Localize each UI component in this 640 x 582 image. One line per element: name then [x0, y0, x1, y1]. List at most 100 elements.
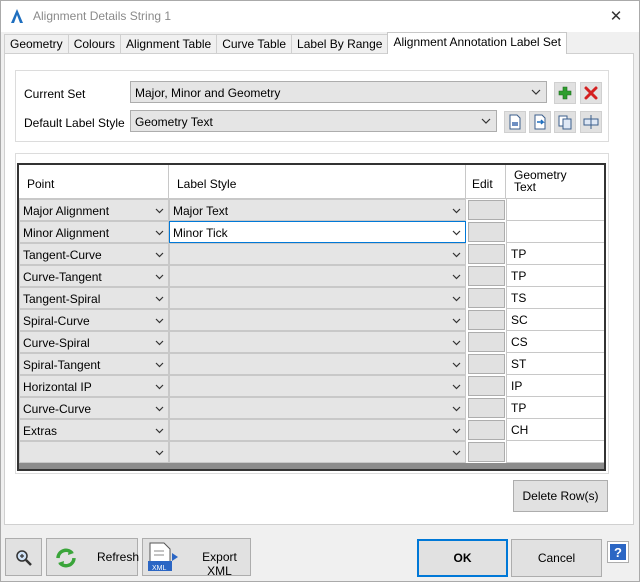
label-style-dropdown[interactable] [169, 419, 466, 441]
chevron-down-icon [452, 340, 461, 346]
edit-cell-button[interactable] [468, 420, 505, 440]
edit-cell-button[interactable] [468, 200, 505, 220]
label-style-dropdown[interactable] [169, 441, 466, 463]
point-dropdown[interactable]: Major Alignment [19, 199, 169, 221]
edit-cell-button[interactable] [468, 288, 505, 308]
export-xml-label: Export XML [202, 550, 237, 578]
label-points-grid: Point Label Style Edit Geometry Text Maj… [17, 163, 606, 471]
edit-label-style-button[interactable] [580, 111, 602, 133]
label-style-dropdown[interactable] [169, 243, 466, 265]
label-style-dropdown[interactable] [169, 287, 466, 309]
point-value: Spiral-Curve [23, 314, 90, 328]
point-dropdown[interactable] [19, 441, 169, 463]
label-style-dropdown[interactable] [169, 353, 466, 375]
geometry-text-cell[interactable] [506, 199, 604, 221]
chevron-down-icon [452, 318, 461, 324]
tab-label-by-range[interactable]: Label By Range [291, 34, 389, 54]
column-header-label-style[interactable]: Label Style [169, 165, 466, 199]
column-header-edit[interactable]: Edit [466, 165, 506, 199]
current-set-dropdown[interactable]: Major, Minor and Geometry [130, 81, 547, 103]
chevron-down-icon [452, 450, 461, 456]
point-dropdown[interactable]: Spiral-Tangent [19, 353, 169, 375]
point-value: Curve-Curve [23, 402, 92, 416]
delete-set-button[interactable] [580, 82, 602, 104]
edit-cell-button[interactable] [468, 222, 505, 242]
point-dropdown[interactable]: Tangent-Spiral [19, 287, 169, 309]
edit-cell-button[interactable] [468, 310, 505, 330]
ok-button[interactable]: OK [417, 539, 508, 577]
grid-row: Tangent-Spiral TS [19, 287, 604, 309]
close-button[interactable]: ✕ [593, 1, 639, 33]
chevron-down-icon [155, 296, 164, 302]
point-dropdown[interactable]: Spiral-Curve [19, 309, 169, 331]
edit-cell-button[interactable] [468, 266, 505, 286]
column-header-point[interactable]: Point [19, 165, 169, 199]
point-value: Curve-Spiral [23, 336, 90, 350]
tab-colours[interactable]: Colours [67, 34, 122, 54]
geometry-text-cell[interactable]: TP [506, 265, 604, 287]
chevron-down-icon [155, 340, 164, 346]
add-set-button[interactable] [554, 82, 576, 104]
label-style-dropdown[interactable]: Minor Tick [169, 221, 466, 243]
column-header-geometry-text[interactable]: Geometry Text [506, 165, 604, 199]
label-style-dropdown[interactable] [169, 331, 466, 353]
point-dropdown[interactable]: Extras [19, 419, 169, 441]
geometry-text-cell[interactable]: ST [506, 353, 604, 375]
zoom-button[interactable] [5, 538, 42, 576]
edit-cell-button[interactable] [468, 332, 505, 352]
point-dropdown[interactable]: Minor Alignment [19, 221, 169, 243]
geometry-text-cell[interactable]: SC [506, 309, 604, 331]
label-style-dropdown[interactable]: Major Text [169, 199, 466, 221]
label-style-dropdown[interactable] [169, 309, 466, 331]
edit-cell-button[interactable] [468, 442, 505, 462]
default-label-style-dropdown[interactable]: Geometry Text [130, 110, 497, 132]
geometry-text-cell[interactable]: TP [506, 397, 604, 419]
point-value: Horizontal IP [23, 380, 92, 394]
chevron-down-icon [452, 230, 461, 236]
point-dropdown[interactable]: Tangent-Curve [19, 243, 169, 265]
geometry-text-cell[interactable]: IP [506, 375, 604, 397]
geometry-text-cell[interactable]: CS [506, 331, 604, 353]
new-label-style-button[interactable] [504, 111, 526, 133]
geometry-text-cell[interactable]: TS [506, 287, 604, 309]
label-style-dropdown[interactable] [169, 265, 466, 287]
copy-label-style-button[interactable] [554, 111, 576, 133]
geometry-text-cell[interactable] [506, 441, 604, 463]
geometry-text-cell[interactable]: TP [506, 243, 604, 265]
export-xml-button[interactable]: XML Export XML [142, 538, 251, 578]
help-icon: ? [610, 544, 626, 560]
svg-text:XML: XML [152, 565, 167, 572]
chevron-down-icon [155, 252, 164, 258]
edit-cell-button[interactable] [468, 244, 505, 264]
geometry-text-cell[interactable]: CH [506, 419, 604, 441]
help-button[interactable]: ? [607, 541, 629, 563]
geometry-text-value: TP [511, 401, 527, 415]
point-dropdown[interactable]: Curve-Curve [19, 397, 169, 419]
geometry-text-value: SC [511, 313, 528, 327]
cancel-button[interactable]: Cancel [511, 539, 602, 577]
tab-geometry[interactable]: Geometry [4, 34, 69, 54]
tab-alignment-annotation-label-set[interactable]: Alignment Annotation Label Set [387, 32, 567, 54]
edit-cell-button[interactable] [468, 398, 505, 418]
delete-rows-button[interactable]: Delete Row(s) [513, 480, 608, 512]
label-style-dropdown[interactable] [169, 397, 466, 419]
point-dropdown[interactable]: Curve-Tangent [19, 265, 169, 287]
edit-cell-button[interactable] [468, 354, 505, 374]
tab-alignment-table[interactable]: Alignment Table [120, 34, 218, 54]
refresh-button[interactable]: Refresh [46, 538, 139, 576]
grid-row: Extras CH [19, 419, 604, 441]
label-style-dropdown[interactable] [169, 375, 466, 397]
point-dropdown[interactable]: Curve-Spiral [19, 331, 169, 353]
chevron-down-icon [155, 450, 164, 456]
import-arrow-icon [534, 114, 546, 130]
chevron-down-icon [531, 89, 541, 95]
point-dropdown[interactable]: Horizontal IP [19, 375, 169, 397]
point-value: Extras [23, 424, 58, 438]
geometry-text-cell[interactable] [506, 221, 604, 243]
import-label-style-button[interactable] [529, 111, 551, 133]
edit-cell-button[interactable] [468, 376, 505, 396]
tab-curve-table[interactable]: Curve Table [216, 34, 293, 54]
plus-icon [558, 86, 572, 100]
point-value: Tangent-Spiral [23, 292, 101, 306]
point-value: Tangent-Curve [23, 248, 102, 262]
